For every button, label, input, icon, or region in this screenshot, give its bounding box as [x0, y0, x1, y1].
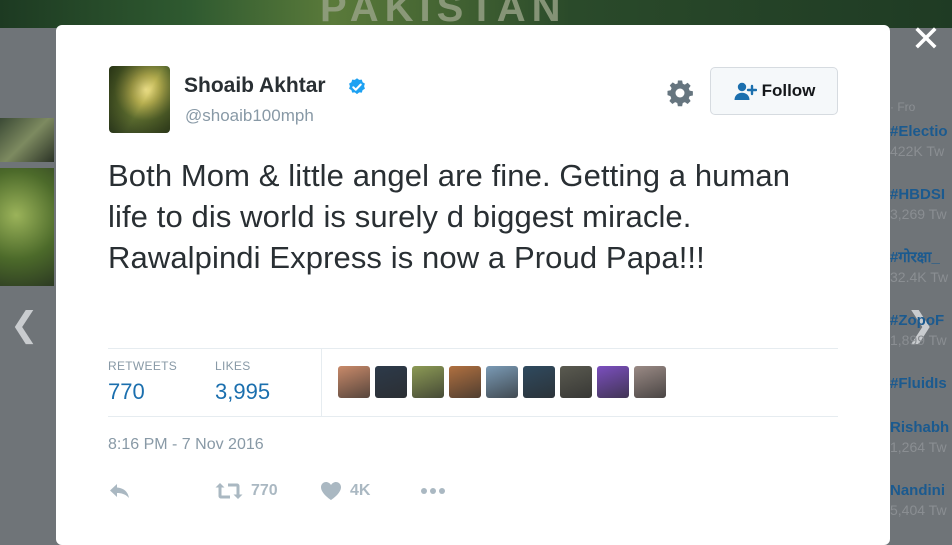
trend-item[interactable]: #ZopoF 1,899 Tw: [890, 311, 952, 374]
retweet-icon: [215, 483, 243, 499]
reply-icon: [110, 484, 129, 498]
tweet-text: Both Mom & little angel are fine. Gettin…: [108, 158, 791, 275]
liker-avatar[interactable]: [449, 366, 481, 398]
tweet-timestamp[interactable]: 8:16 PM - 7 Nov 2016: [108, 434, 264, 456]
more-button[interactable]: [420, 477, 446, 505]
likes-stat[interactable]: LIKES 3,995: [215, 358, 270, 406]
retweets-count: 770: [108, 379, 145, 404]
trend-item[interactable]: #गोरक्षा_ 32.4K Tw: [890, 248, 952, 311]
retweets-label: RETWEETS: [108, 359, 178, 373]
tweet-actions: 770 4K: [108, 477, 508, 505]
trend-name: #HBDSI: [890, 186, 946, 203]
background-photo-thumbnail: [0, 118, 54, 162]
trend-item[interactable]: Nandini 5,404 Tw: [890, 481, 952, 544]
stats-divider: [321, 349, 322, 416]
liker-avatar[interactable]: [338, 366, 370, 398]
gear-icon[interactable]: [665, 78, 695, 108]
trends-sidebar: · Fro #Electio 422K Tw #HBDSI 3,269 Tw #…: [890, 100, 952, 544]
liker-avatar[interactable]: [486, 366, 518, 398]
background-photo-thumbnail: [0, 168, 54, 286]
liker-avatar[interactable]: [412, 366, 444, 398]
retweet-count: 770: [251, 482, 278, 499]
liker-avatar[interactable]: [375, 366, 407, 398]
reply-button[interactable]: [108, 477, 132, 505]
trend-item[interactable]: Rishabh 1,264 Tw: [890, 418, 952, 481]
user-handle[interactable]: @shoaib100mph: [185, 105, 314, 127]
like-count: 4K: [350, 482, 371, 499]
tweet-card: Shoaib Akhtar @shoaib100mph Follow Both …: [56, 25, 890, 545]
liker-avatar[interactable]: [523, 366, 555, 398]
follow-button[interactable]: Follow: [710, 67, 838, 115]
tweet-stats: RETWEETS 770 LIKES 3,995: [108, 348, 838, 417]
likes-label: LIKES: [215, 359, 251, 373]
trend-item[interactable]: #HBDSI 3,269 Tw: [890, 185, 952, 248]
avatar[interactable]: [109, 66, 170, 133]
add-user-icon: [734, 82, 757, 100]
heart-icon: [321, 482, 341, 500]
retweet-button[interactable]: 770: [215, 477, 278, 505]
trends-header: · Fro: [890, 100, 916, 114]
chevron-left-icon[interactable]: ❮: [10, 305, 39, 345]
retweets-stat[interactable]: RETWEETS 770: [108, 358, 177, 406]
trend-name: Nandini: [890, 482, 945, 499]
liker-avatar[interactable]: [634, 366, 666, 398]
background-banner: PAKISTAN: [0, 0, 952, 28]
like-button[interactable]: 4K: [320, 477, 370, 505]
trend-count: 3,269 Tw: [890, 206, 947, 222]
trend-name: #ZopoF: [890, 312, 945, 329]
more-dots-icon: [421, 488, 445, 494]
trend-name: #गोरक्षा_: [890, 249, 940, 266]
banner-text: PAKISTAN: [320, 0, 567, 28]
trend-name: #Electio: [890, 123, 948, 140]
trend-count: 422K Tw: [890, 143, 945, 159]
trend-count: 32.4K Tw: [890, 269, 949, 285]
close-icon[interactable]: ✕: [909, 20, 943, 60]
user-name[interactable]: Shoaib Akhtar: [184, 73, 326, 99]
trend-name: #FluidIs: [890, 375, 947, 392]
trend-item[interactable]: #Electio 422K Tw: [890, 122, 952, 185]
follow-label: Follow: [761, 81, 816, 100]
liker-avatars: [338, 366, 671, 400]
trend-name: Rishabh: [890, 419, 950, 436]
trend-count: 1,264 Tw: [890, 439, 947, 455]
trend-count: 5,404 Tw: [890, 502, 947, 518]
likes-count: 3,995: [215, 379, 271, 404]
trend-count: 1,899 Tw: [890, 332, 947, 348]
trend-item[interactable]: #FluidIs: [890, 374, 952, 418]
verified-badge-icon: [349, 78, 365, 95]
liker-avatar[interactable]: [560, 366, 592, 398]
avatar-shade: [109, 66, 170, 133]
liker-avatar[interactable]: [597, 366, 629, 398]
